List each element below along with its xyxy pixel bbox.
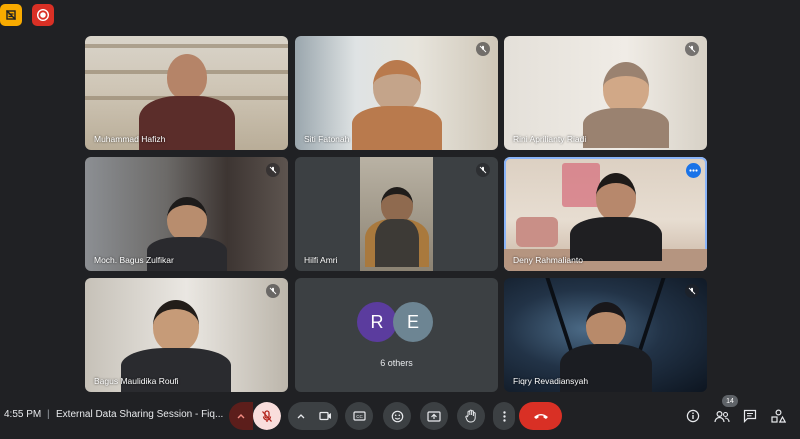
mic-off-icon [266, 163, 280, 177]
camera-control [288, 402, 338, 430]
participant-count-badge: 14 [722, 395, 738, 407]
participant-name: Rini Aprilianty Riadi [513, 134, 587, 144]
meeting-title[interactable]: External Data Sharing Session - Fiq... [56, 409, 223, 420]
mic-off-icon [685, 284, 699, 298]
participant-tile[interactable]: Rini Aprilianty Riadi [504, 36, 707, 150]
participant-name: Moch. Bagus Zulfikar [94, 255, 174, 265]
participant-name: Deny Rahmalianto [513, 255, 583, 265]
participant-video [569, 173, 662, 261]
avatar: R [357, 302, 397, 342]
mic-control [229, 402, 281, 430]
participant-name: Muhammad Hafizh [94, 134, 166, 144]
emoji-icon[interactable] [383, 402, 411, 430]
mic-off-icon [476, 42, 490, 56]
people-icon[interactable] [713, 407, 731, 425]
participant-tile[interactable]: Siti Fatonah [295, 36, 498, 150]
participant-tile[interactable]: Bagus Maulidika Roufi [85, 278, 288, 392]
participant-name: Fiqry Revadiansyah [513, 376, 589, 386]
mic-off-icon[interactable] [253, 402, 281, 430]
participant-tile[interactable]: Moch. Bagus Zulfikar [85, 157, 288, 271]
participant-name: Siti Fatonah [304, 134, 350, 144]
camera-icon[interactable] [313, 402, 338, 430]
participant-tile[interactable]: Deny Rahmalianto [504, 157, 707, 271]
mic-options-icon[interactable] [229, 402, 253, 430]
svg-text:CC: CC [356, 414, 363, 419]
more-options-icon[interactable] [493, 402, 515, 430]
participant-tile[interactable]: Muhammad Hafizh [85, 36, 288, 150]
participant-video [351, 60, 442, 150]
participant-video [582, 62, 669, 148]
leave-call-icon[interactable] [519, 402, 562, 430]
participant-tile[interactable]: Hilfi Amri [295, 157, 498, 271]
mic-off-icon [685, 42, 699, 56]
more-options-icon[interactable] [686, 163, 701, 178]
info-icon[interactable] [684, 407, 702, 425]
raise-hand-icon[interactable] [457, 402, 485, 430]
participant-grid: Muhammad Hafizh Siti Fatonah Rini Aprili… [85, 36, 707, 392]
participant-name: Hilfi Amri [304, 255, 338, 265]
meeting-toolbar: 4:55 PM | External Data Sharing Session … [0, 395, 800, 439]
mic-off-icon [266, 284, 280, 298]
captions-icon[interactable]: CC [345, 402, 373, 430]
avatar: E [393, 302, 433, 342]
present-icon[interactable] [420, 402, 448, 430]
participant-video [360, 157, 433, 271]
others-tile[interactable]: R E 6 others [295, 278, 498, 392]
activities-icon[interactable] [769, 407, 787, 425]
mic-off-icon [476, 163, 490, 177]
meeting-time: 4:55 PM [4, 409, 42, 420]
chat-icon[interactable] [741, 407, 759, 425]
participant-tile[interactable]: Fiqry Revadiansyah [504, 278, 707, 392]
others-label: 6 others [380, 358, 413, 368]
notes-icon[interactable] [0, 4, 22, 26]
divider: | [47, 409, 50, 420]
camera-options-icon[interactable] [288, 402, 313, 430]
participant-name: Bagus Maulidika Roufi [94, 376, 179, 386]
recording-icon[interactable] [32, 4, 54, 26]
